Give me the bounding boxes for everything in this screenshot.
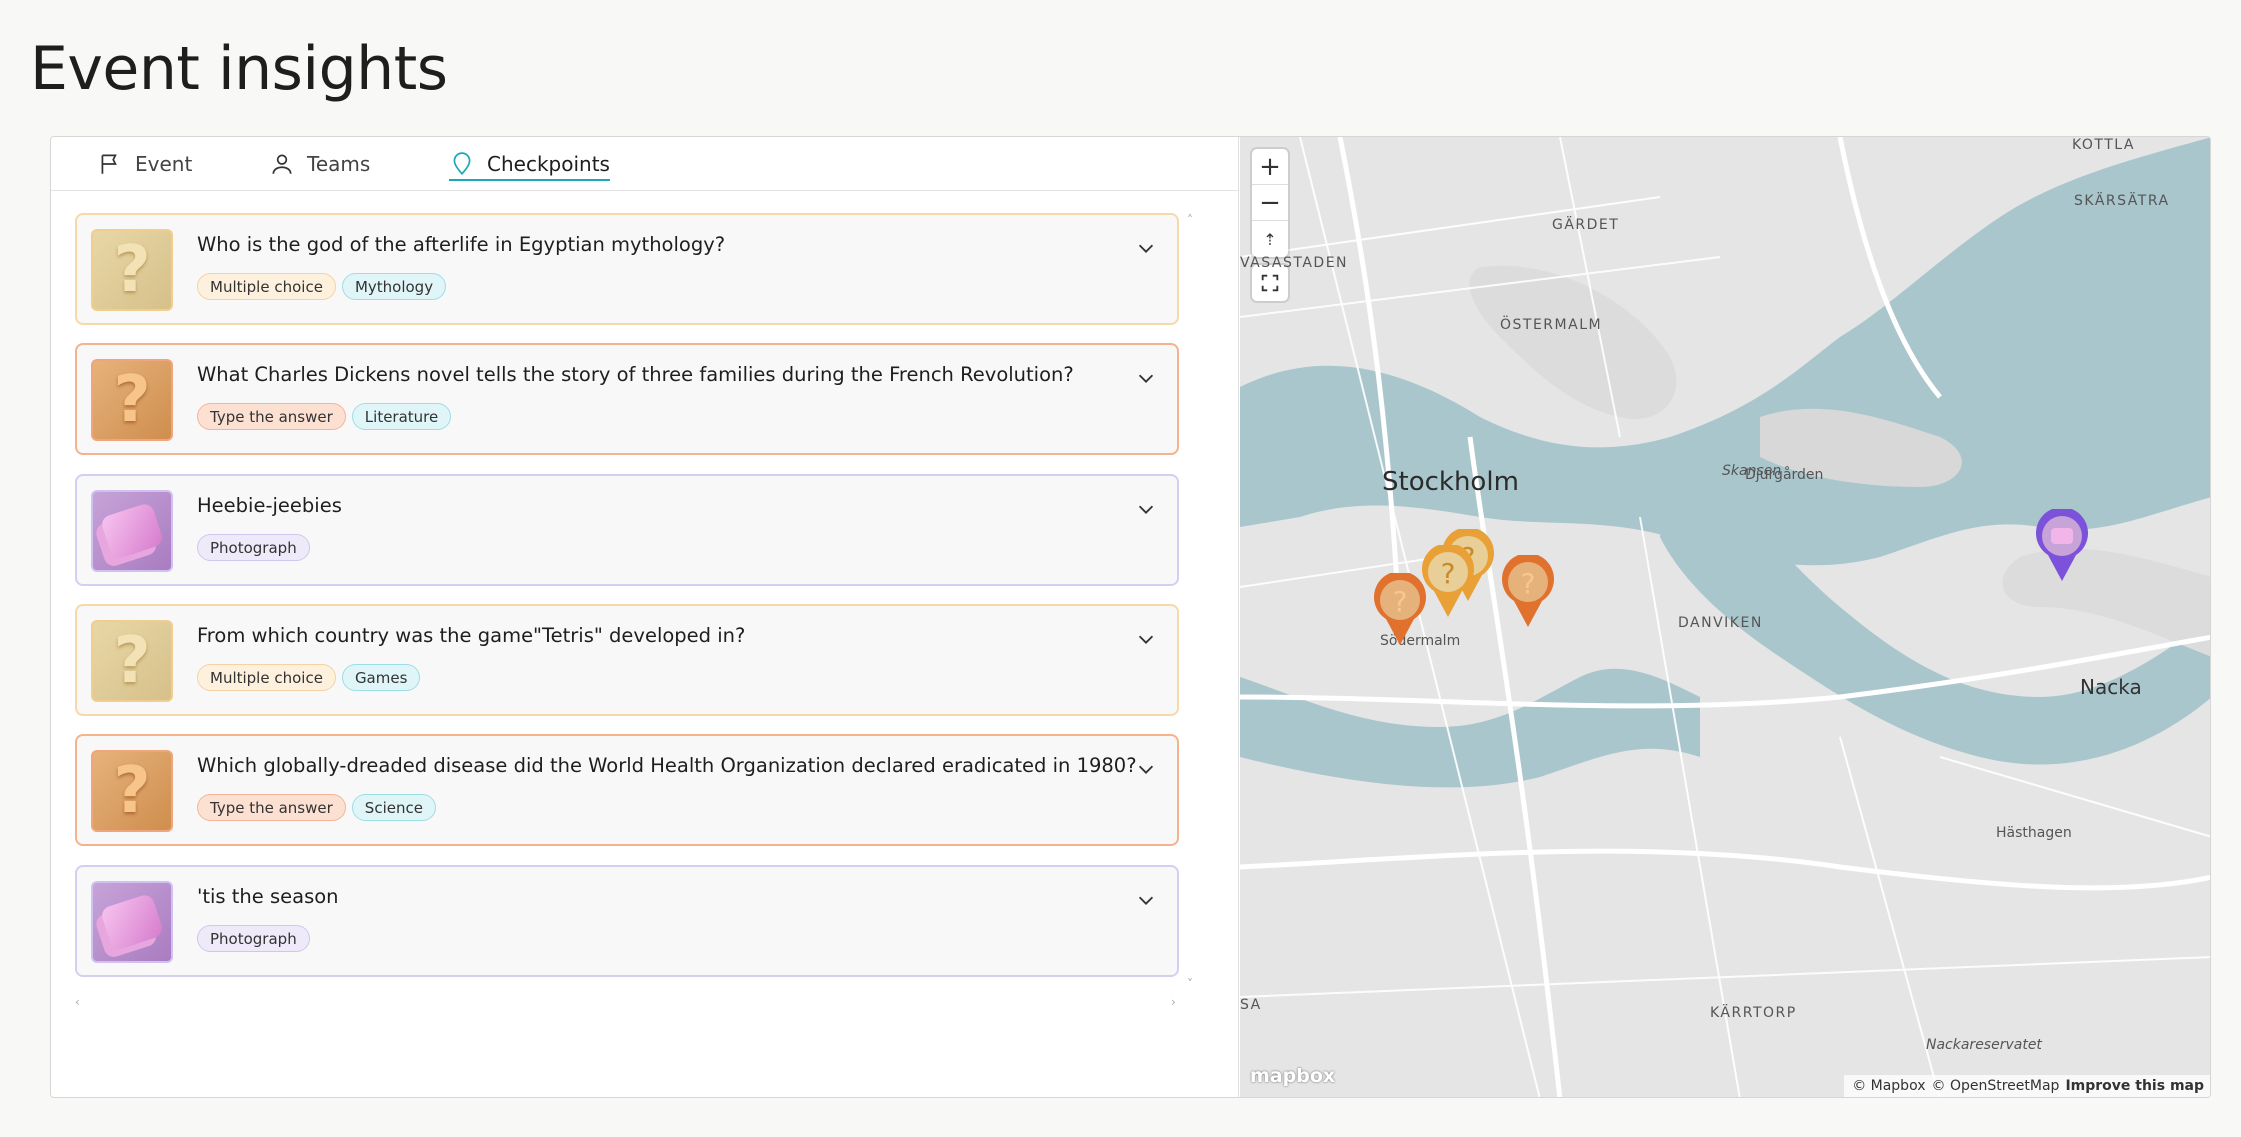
map-attribution: © Mapbox © OpenStreetMap Improve this ma…	[1844, 1075, 2210, 1097]
checkpoint-question: What Charles Dickens novel tells the sto…	[197, 363, 1074, 386]
checkpoint-card[interactable]: ? From which country was the game"Tetris…	[75, 604, 1179, 716]
scroll-down-arrow[interactable]: ˅	[1187, 977, 1193, 991]
checkpoints-pane: Event Teams Checkpoints ˄ ? Who is the g…	[51, 137, 1239, 1097]
mapbox-logo[interactable]: mapbox	[1250, 1065, 1335, 1087]
map-label: DANVIKEN	[1678, 615, 1763, 631]
map-label: Djurgården	[1745, 467, 1824, 483]
person-icon	[272, 154, 292, 174]
type-badge: Type the answer	[197, 794, 346, 821]
flag-icon	[101, 154, 117, 174]
map-label: Nackareservatet	[1926, 1037, 2042, 1053]
checkpoint-card[interactable]: ? What Charles Dickens novel tells the s…	[75, 343, 1179, 455]
checkpoint-question: From which country was the game"Tetris" …	[197, 624, 746, 647]
chevron-down-icon[interactable]	[1135, 628, 1157, 650]
attribution-mapbox-link[interactable]: © Mapbox	[1852, 1078, 1925, 1094]
svg-text:?: ?	[1393, 585, 1408, 618]
chevron-down-icon[interactable]	[1135, 367, 1157, 389]
zoom-in-button[interactable]: +	[1252, 149, 1288, 185]
insights-panel: Event Teams Checkpoints ˄ ? Who is the g…	[50, 136, 2211, 1098]
category-badge: Mythology	[341, 273, 447, 300]
chevron-down-icon[interactable]	[1135, 889, 1157, 911]
map-label: SA	[1240, 997, 1262, 1013]
map-label: SKÄRSÄTRA	[2074, 193, 2170, 209]
map-pin-icon	[453, 152, 471, 175]
tab-bar: Event Teams Checkpoints	[51, 137, 1238, 191]
tab-checkpoints[interactable]: Checkpoints	[449, 137, 610, 191]
svg-text:?: ?	[1441, 557, 1456, 590]
type-badge: Multiple choice	[197, 273, 336, 300]
category-badge: Games	[341, 664, 421, 691]
checkpoint-card[interactable]: ? Which globally-dreaded disease did the…	[75, 734, 1179, 846]
improve-map-link[interactable]: Improve this map	[2065, 1078, 2204, 1094]
scroll-up-arrow[interactable]: ˄	[1187, 213, 1193, 227]
map-label: GÄRDET	[1552, 217, 1620, 233]
map-label: VASASTADEN	[1240, 255, 1349, 271]
map-label: ÖSTERMALM	[1500, 317, 1603, 333]
scroll-right-arrow[interactable]: ›	[1171, 995, 1176, 1009]
map-label: KOTTLA	[2072, 137, 2135, 153]
chevron-down-icon[interactable]	[1135, 498, 1157, 520]
tab-teams-label: Teams	[307, 152, 371, 176]
checkpoint-question: 'tis the season	[197, 885, 339, 908]
map-marker-yellow[interactable]: ?	[1420, 545, 1476, 619]
checkpoint-question: Heebie-jeebies	[197, 494, 342, 517]
zoom-out-button[interactable]: −	[1252, 185, 1288, 221]
tab-checkpoints-label: Checkpoints	[487, 152, 610, 176]
map-marker-purple[interactable]	[2034, 509, 2090, 583]
checkpoint-map[interactable]: + − ⇡ KOTTLA SKÄRSÄTRA GÄRDET VASASTADEN…	[1240, 137, 2210, 1097]
type-badge: Photograph	[197, 534, 310, 561]
compass-button[interactable]: ⇡	[1252, 221, 1288, 257]
map-label: Hästhagen	[1996, 825, 2072, 841]
type-badge: Photograph	[197, 925, 310, 952]
chevron-down-icon[interactable]	[1135, 758, 1157, 780]
camera-icon	[91, 490, 173, 572]
tab-teams[interactable]: Teams	[269, 137, 370, 191]
type-badge: Type the answer	[197, 403, 346, 430]
question-mark-icon: ?	[91, 229, 173, 311]
map-label: Nacka	[2080, 675, 2142, 699]
page-title: Event insights	[30, 34, 448, 104]
svg-text:?: ?	[1521, 567, 1536, 600]
checkpoint-card[interactable]: ? Who is the god of the afterlife in Egy…	[75, 213, 1179, 325]
zoom-controls: + − ⇡	[1252, 149, 1288, 257]
category-badge: Literature	[351, 403, 452, 430]
map-marker-orange[interactable]: ?	[1372, 573, 1428, 647]
camera-icon	[91, 881, 173, 963]
attribution-osm-link[interactable]: © OpenStreetMap	[1932, 1078, 2060, 1094]
scroll-left-arrow[interactable]: ‹	[75, 995, 80, 1009]
map-marker-orange[interactable]: ?	[1500, 555, 1556, 629]
category-badge: Science	[351, 794, 436, 821]
tab-event-label: Event	[135, 152, 193, 176]
checkpoint-card[interactable]: Heebie-jeebies Photograph	[75, 474, 1179, 586]
map-label: KÄRRTORP	[1710, 1005, 1797, 1021]
map-label: Stockholm	[1382, 467, 1519, 497]
question-mark-icon: ?	[91, 620, 173, 702]
tab-event[interactable]: Event	[97, 137, 192, 191]
checkpoint-card[interactable]: 'tis the season Photograph	[75, 865, 1179, 977]
question-mark-icon: ?	[91, 750, 173, 832]
fullscreen-icon	[1261, 274, 1279, 292]
question-mark-icon: ?	[91, 359, 173, 441]
checkpoint-question: Who is the god of the afterlife in Egypt…	[197, 233, 726, 256]
checkpoint-question: Which globally-dreaded disease did the W…	[197, 754, 1137, 777]
chevron-down-icon[interactable]	[1135, 237, 1157, 259]
type-badge: Multiple choice	[197, 664, 336, 691]
